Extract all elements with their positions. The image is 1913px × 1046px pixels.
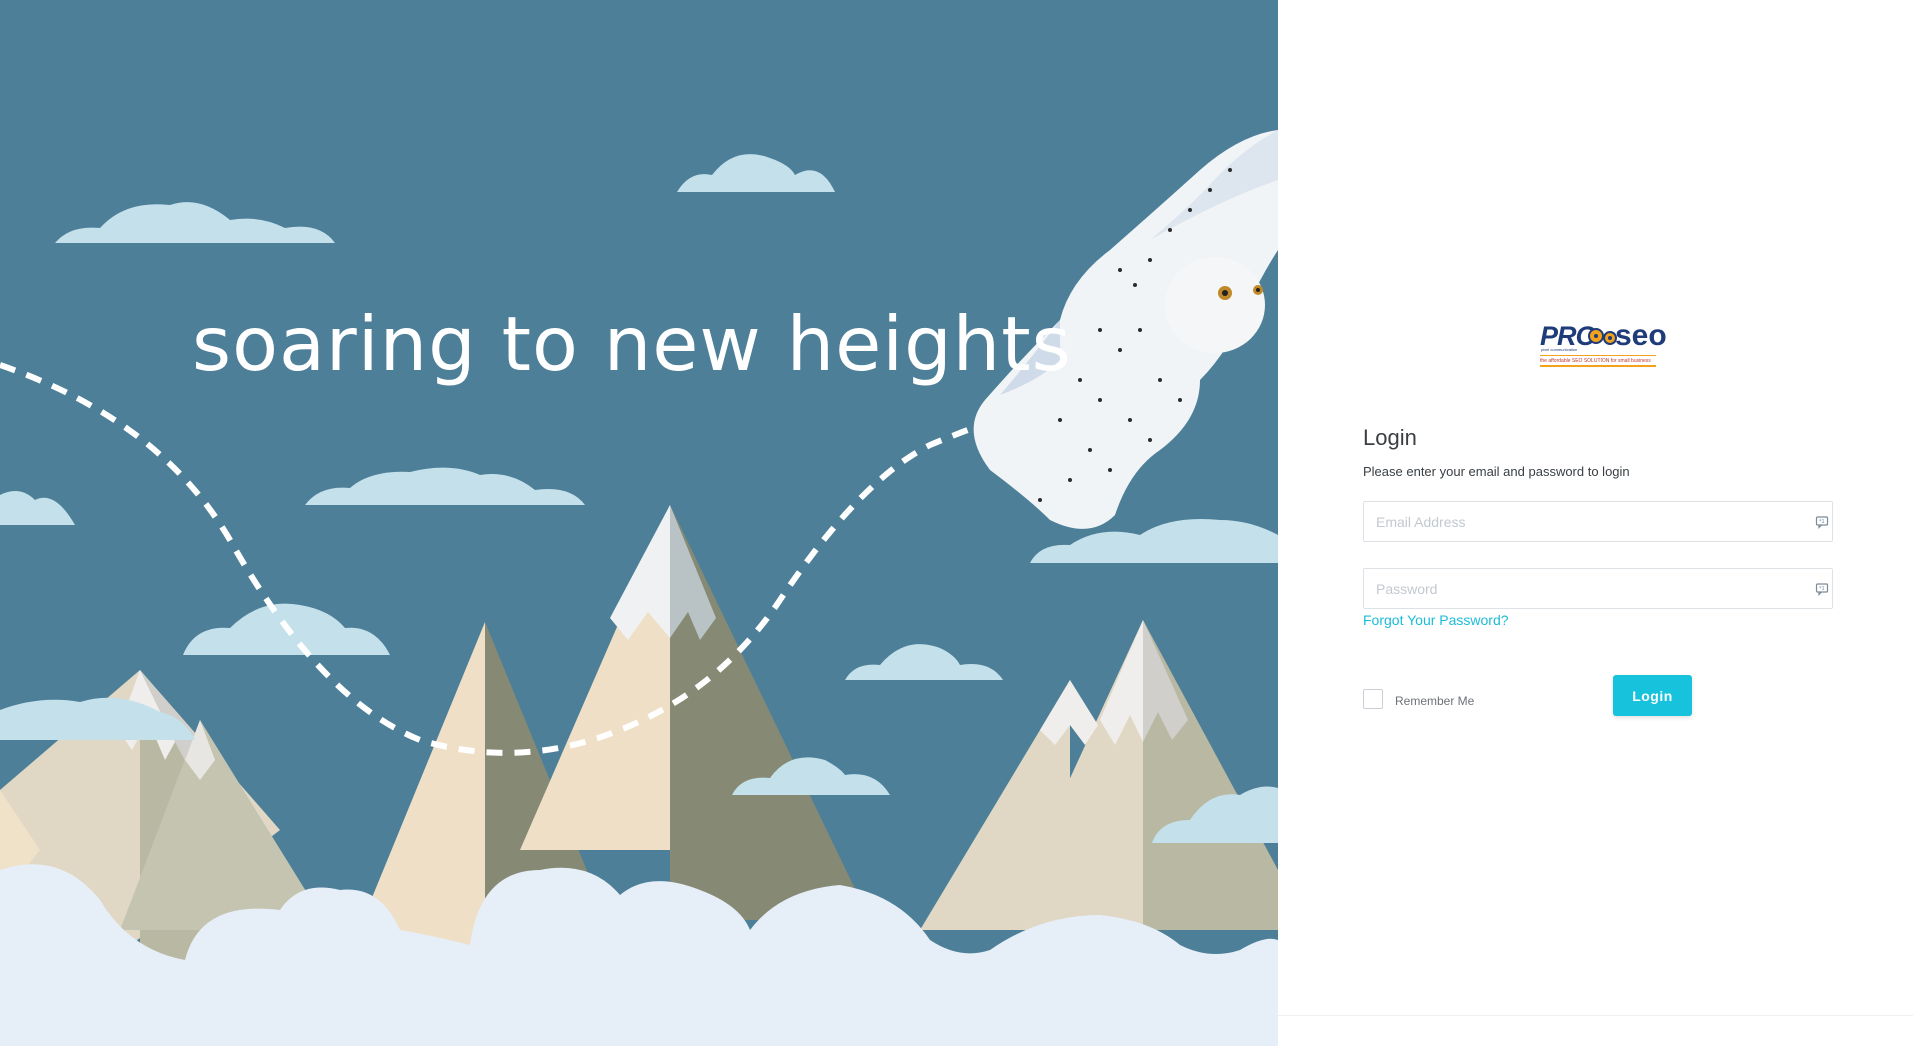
login-title: Login [1363,425,1417,450]
password-field[interactable]: *1 [1363,568,1833,609]
logo-rule-bottom [1540,365,1656,367]
login-page: soaring to new heights PRO pixel communi… [0,0,1913,1046]
remember-me-label[interactable]: Remember Me [1395,694,1474,708]
logo-subtext: pixel communication [1541,347,1578,352]
logo-tagline: the affordable SEO SOLUTION for small bu… [1540,358,1651,364]
remember-me-checkbox[interactable] [1363,689,1383,709]
login-button[interactable]: Login [1613,675,1692,716]
email-field[interactable]: *1 [1363,501,1833,542]
forgot-password-link[interactable]: Forgot Your Password? [1363,612,1509,628]
logo-brand-right: seo [1615,319,1667,352]
login-subtitle: Please enter your email and password to … [1363,464,1630,479]
svg-text:*1: *1 [1819,519,1825,525]
hero-illustration: soaring to new heights [0,0,1278,1046]
login-panel: PRO pixel communication seo the affordab… [1278,0,1913,1046]
mountain-scene [0,130,1278,1046]
password-input[interactable] [1364,569,1796,608]
password-manager-icon[interactable]: *1 [1815,515,1829,529]
email-input[interactable] [1364,502,1796,541]
panel-divider [1278,1015,1913,1016]
remember-me[interactable]: Remember Me [1363,688,1474,710]
svg-text:*1: *1 [1819,586,1825,592]
hero-tagline: soaring to new heights [192,300,1072,388]
logo-gears-icon [1588,328,1617,345]
password-manager-icon[interactable]: *1 [1815,582,1829,596]
brand-logo: PRO pixel communication seo the affordab… [1538,313,1667,377]
logo-rule [1540,355,1656,356]
